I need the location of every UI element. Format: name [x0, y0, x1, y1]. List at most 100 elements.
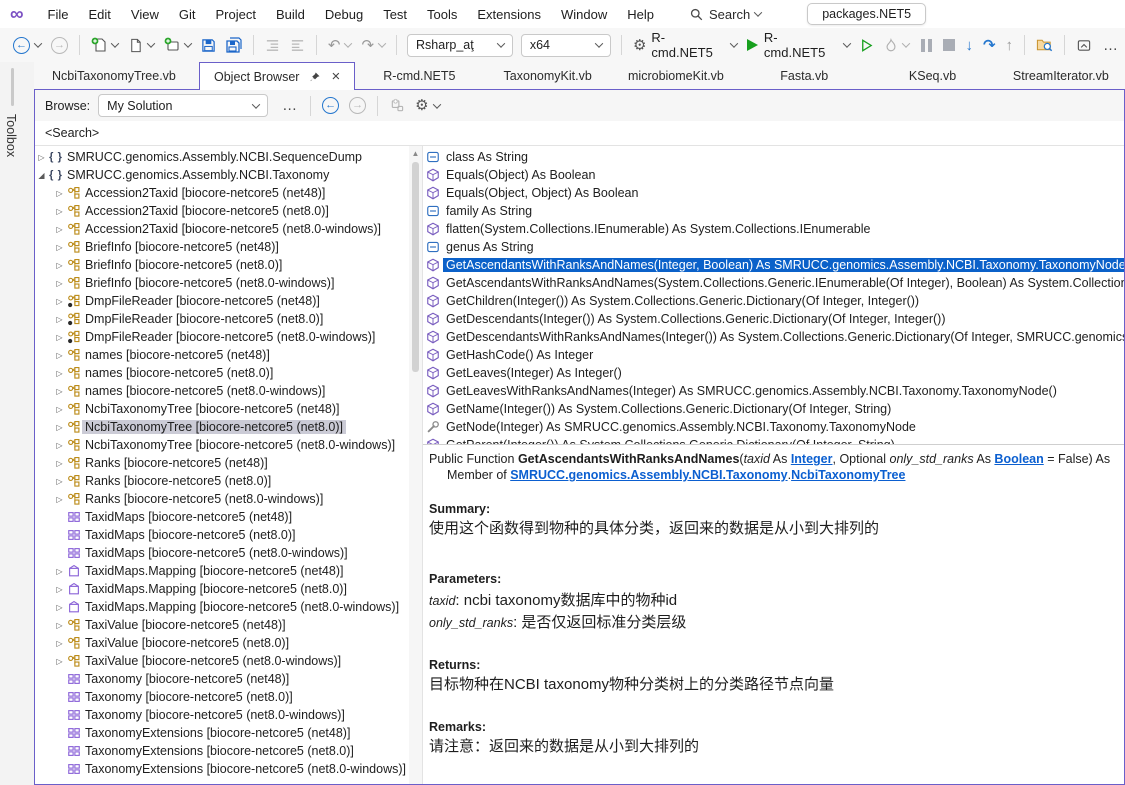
tree-row[interactable]: ▷Ranks [biocore-netcore5 (net48)]: [35, 454, 422, 472]
member-row[interactable]: Equals(Object, Object) As Boolean: [423, 184, 1124, 202]
tree-row[interactable]: TaxidMaps [biocore-netcore5 (net8.0)]: [35, 526, 422, 544]
member-row[interactable]: GetAscendantsWithRanksAndNames(System.Co…: [423, 274, 1124, 292]
member-row[interactable]: Equals(Object) As Boolean: [423, 166, 1124, 184]
expander-collapsed-icon[interactable]: ▷: [53, 405, 66, 414]
feedback-button[interactable]: [1072, 35, 1096, 56]
outdent-button[interactable]: [261, 35, 284, 56]
menu-help[interactable]: Help: [617, 3, 664, 26]
tree-row[interactable]: TaxonomyExtensions [biocore-netcore5 (ne…: [35, 760, 422, 778]
namespace-link[interactable]: SMRUCC.genomics.Assembly.NCBI.Taxonomy: [510, 468, 787, 482]
indent-button[interactable]: [286, 35, 309, 56]
tree-row[interactable]: ▷NcbiTaxonomyTree [biocore-netcore5 (net…: [35, 436, 422, 454]
tree-row[interactable]: Taxonomy [biocore-netcore5 (net8.0)]: [35, 688, 422, 706]
tab-object-browser[interactable]: Object Browser×: [199, 62, 355, 90]
member-row[interactable]: GetDescendants(Integer()) As System.Coll…: [423, 310, 1124, 328]
tree-row[interactable]: TaxidMaps [biocore-netcore5 (net8.0-wind…: [35, 544, 422, 562]
tree-row[interactable]: ▷TaxidMaps.Mapping [biocore-netcore5 (ne…: [35, 598, 422, 616]
expander-collapsed-icon[interactable]: ▷: [53, 207, 66, 216]
tree-row[interactable]: ▷Ranks [biocore-netcore5 (net8.0)]: [35, 472, 422, 490]
new-project-button[interactable]: [87, 34, 122, 56]
pin-icon[interactable]: [309, 71, 321, 83]
tree-row[interactable]: ▷BriefInfo [biocore-netcore5 (net8.0)]: [35, 256, 422, 274]
tab-streamiterator-vb[interactable]: StreamIterator.vb: [997, 62, 1125, 89]
expander-collapsed-icon[interactable]: ▷: [53, 459, 66, 468]
step-into-button[interactable]: ↓: [961, 35, 977, 56]
member-row[interactable]: GetLeavesWithRanksAndNames(Integer) As S…: [423, 382, 1124, 400]
member-row[interactable]: GetAscendantsWithRanksAndNames(Integer, …: [423, 256, 1124, 274]
menu-git[interactable]: Git: [169, 3, 206, 26]
tree-row[interactable]: ▷TaxiValue [biocore-netcore5 (net8.0)]: [35, 634, 422, 652]
browse-scope-combobox[interactable]: My Solution: [98, 94, 268, 117]
member-row[interactable]: GetLeaves(Integer) As Integer(): [423, 364, 1124, 382]
tree-row[interactable]: ▷DmpFileReader [biocore-netcore5 (net48)…: [35, 292, 422, 310]
toolbar-overflow-button[interactable]: …: [1097, 37, 1125, 54]
expander-expanded-icon[interactable]: ◢: [35, 171, 48, 180]
tree-row[interactable]: ▷DmpFileReader [biocore-netcore5 (net8.0…: [35, 328, 422, 346]
object-browser-search-input[interactable]: <Search>: [35, 121, 1124, 146]
open-file-button[interactable]: [124, 35, 158, 56]
expander-collapsed-icon[interactable]: ▷: [53, 477, 66, 486]
start-debugging-button[interactable]: R-cmd.NET5: [743, 27, 854, 63]
expander-collapsed-icon[interactable]: ▷: [53, 333, 66, 342]
expander-collapsed-icon[interactable]: ▷: [53, 279, 66, 288]
expander-collapsed-icon[interactable]: ▷: [53, 369, 66, 378]
add-item-button[interactable]: [160, 34, 195, 56]
tab-fasta-vb[interactable]: Fasta.vb: [740, 62, 868, 89]
expander-collapsed-icon[interactable]: ▷: [53, 189, 66, 198]
hot-reload-button[interactable]: [880, 35, 913, 56]
menu-build[interactable]: Build: [266, 3, 315, 26]
integer-type-link[interactable]: Integer: [791, 452, 833, 466]
tree-vertical-scrollbar[interactable]: ▲: [409, 146, 422, 784]
member-row[interactable]: GetName(Integer()) As System.Collections…: [423, 400, 1124, 418]
member-row[interactable]: genus As String: [423, 238, 1124, 256]
expander-collapsed-icon[interactable]: ▷: [35, 153, 48, 162]
tab-ncbitaxonomytree-vb[interactable]: NcbiTaxonomyTree.vb: [34, 62, 199, 89]
member-row[interactable]: flatten(System.Collections.IEnumerable) …: [423, 220, 1124, 238]
tree-row[interactable]: ▷{ }SMRUCC.genomics.Assembly.NCBI.Sequen…: [35, 148, 422, 166]
tree-row[interactable]: ▷BriefInfo [biocore-netcore5 (net48)]: [35, 238, 422, 256]
tree-row[interactable]: ▷names [biocore-netcore5 (net8.0)]: [35, 364, 422, 382]
toolbox-tab[interactable]: Toolbox: [4, 114, 18, 157]
expander-collapsed-icon[interactable]: ▷: [53, 639, 66, 648]
tree-row[interactable]: TaxonomyExtensions [biocore-netcore5 (ne…: [35, 724, 422, 742]
step-over-button[interactable]: ↷: [979, 35, 1000, 56]
tree-row[interactable]: Taxonomy [biocore-netcore5 (net8.0-windo…: [35, 706, 422, 724]
menu-tools[interactable]: Tools: [417, 3, 467, 26]
tree-row[interactable]: ▷Accession2Taxid [biocore-netcore5 (net8…: [35, 202, 422, 220]
configuration-button[interactable]: ⚙R-cmd.NET5: [629, 27, 741, 63]
navigate-back-button[interactable]: ←: [9, 34, 45, 57]
ob-navigate-back-button[interactable]: ←: [318, 94, 343, 117]
expander-collapsed-icon[interactable]: ▷: [53, 621, 66, 630]
object-browser-settings-button[interactable]: ⚙: [411, 95, 443, 116]
tree-row[interactable]: ◢{ }SMRUCC.genomics.Assembly.NCBI.Taxono…: [35, 166, 422, 184]
menu-extensions[interactable]: Extensions: [467, 3, 551, 26]
tab-r-cmd-net5[interactable]: R-cmd.NET5: [355, 62, 483, 89]
menu-debug[interactable]: Debug: [315, 3, 373, 26]
member-row[interactable]: GetDescendantsWithRanksAndNames(Integer(…: [423, 328, 1124, 346]
stop-button[interactable]: [939, 36, 959, 54]
expander-collapsed-icon[interactable]: ▷: [53, 657, 66, 666]
tree-row[interactable]: ▷TaxiValue [biocore-netcore5 (net8.0-win…: [35, 652, 422, 670]
save-all-button[interactable]: [222, 34, 246, 56]
member-row[interactable]: GetChildren(Integer()) As System.Collect…: [423, 292, 1124, 310]
tree-row[interactable]: TaxonomyExtensions [biocore-netcore5 (ne…: [35, 742, 422, 760]
save-button[interactable]: [197, 35, 220, 56]
menu-window[interactable]: Window: [551, 3, 617, 26]
expander-collapsed-icon[interactable]: ▷: [53, 441, 66, 450]
step-out-button[interactable]: ↑: [1002, 35, 1018, 56]
pause-button[interactable]: [915, 36, 937, 55]
search-control[interactable]: Search: [690, 7, 761, 22]
navigate-forward-button[interactable]: →: [47, 34, 72, 57]
tree-row[interactable]: Taxonomy [biocore-netcore5 (net48)]: [35, 670, 422, 688]
expander-collapsed-icon[interactable]: ▷: [53, 387, 66, 396]
startup-project-combobox[interactable]: Rsharp_aţ: [407, 34, 513, 57]
member-row[interactable]: GetNode(Integer) As SMRUCC.genomics.Asse…: [423, 418, 1124, 436]
expander-collapsed-icon[interactable]: ▷: [53, 603, 66, 612]
menu-view[interactable]: View: [121, 3, 169, 26]
expander-collapsed-icon[interactable]: ▷: [53, 315, 66, 324]
tab-kseq-vb[interactable]: KSeq.vb: [868, 62, 996, 89]
member-row[interactable]: family As String: [423, 202, 1124, 220]
tree-row[interactable]: ▷names [biocore-netcore5 (net8.0-windows…: [35, 382, 422, 400]
find-in-files-button[interactable]: [1032, 34, 1057, 56]
tab-microbiomekit-vb[interactable]: microbiomeKit.vb: [612, 62, 740, 89]
